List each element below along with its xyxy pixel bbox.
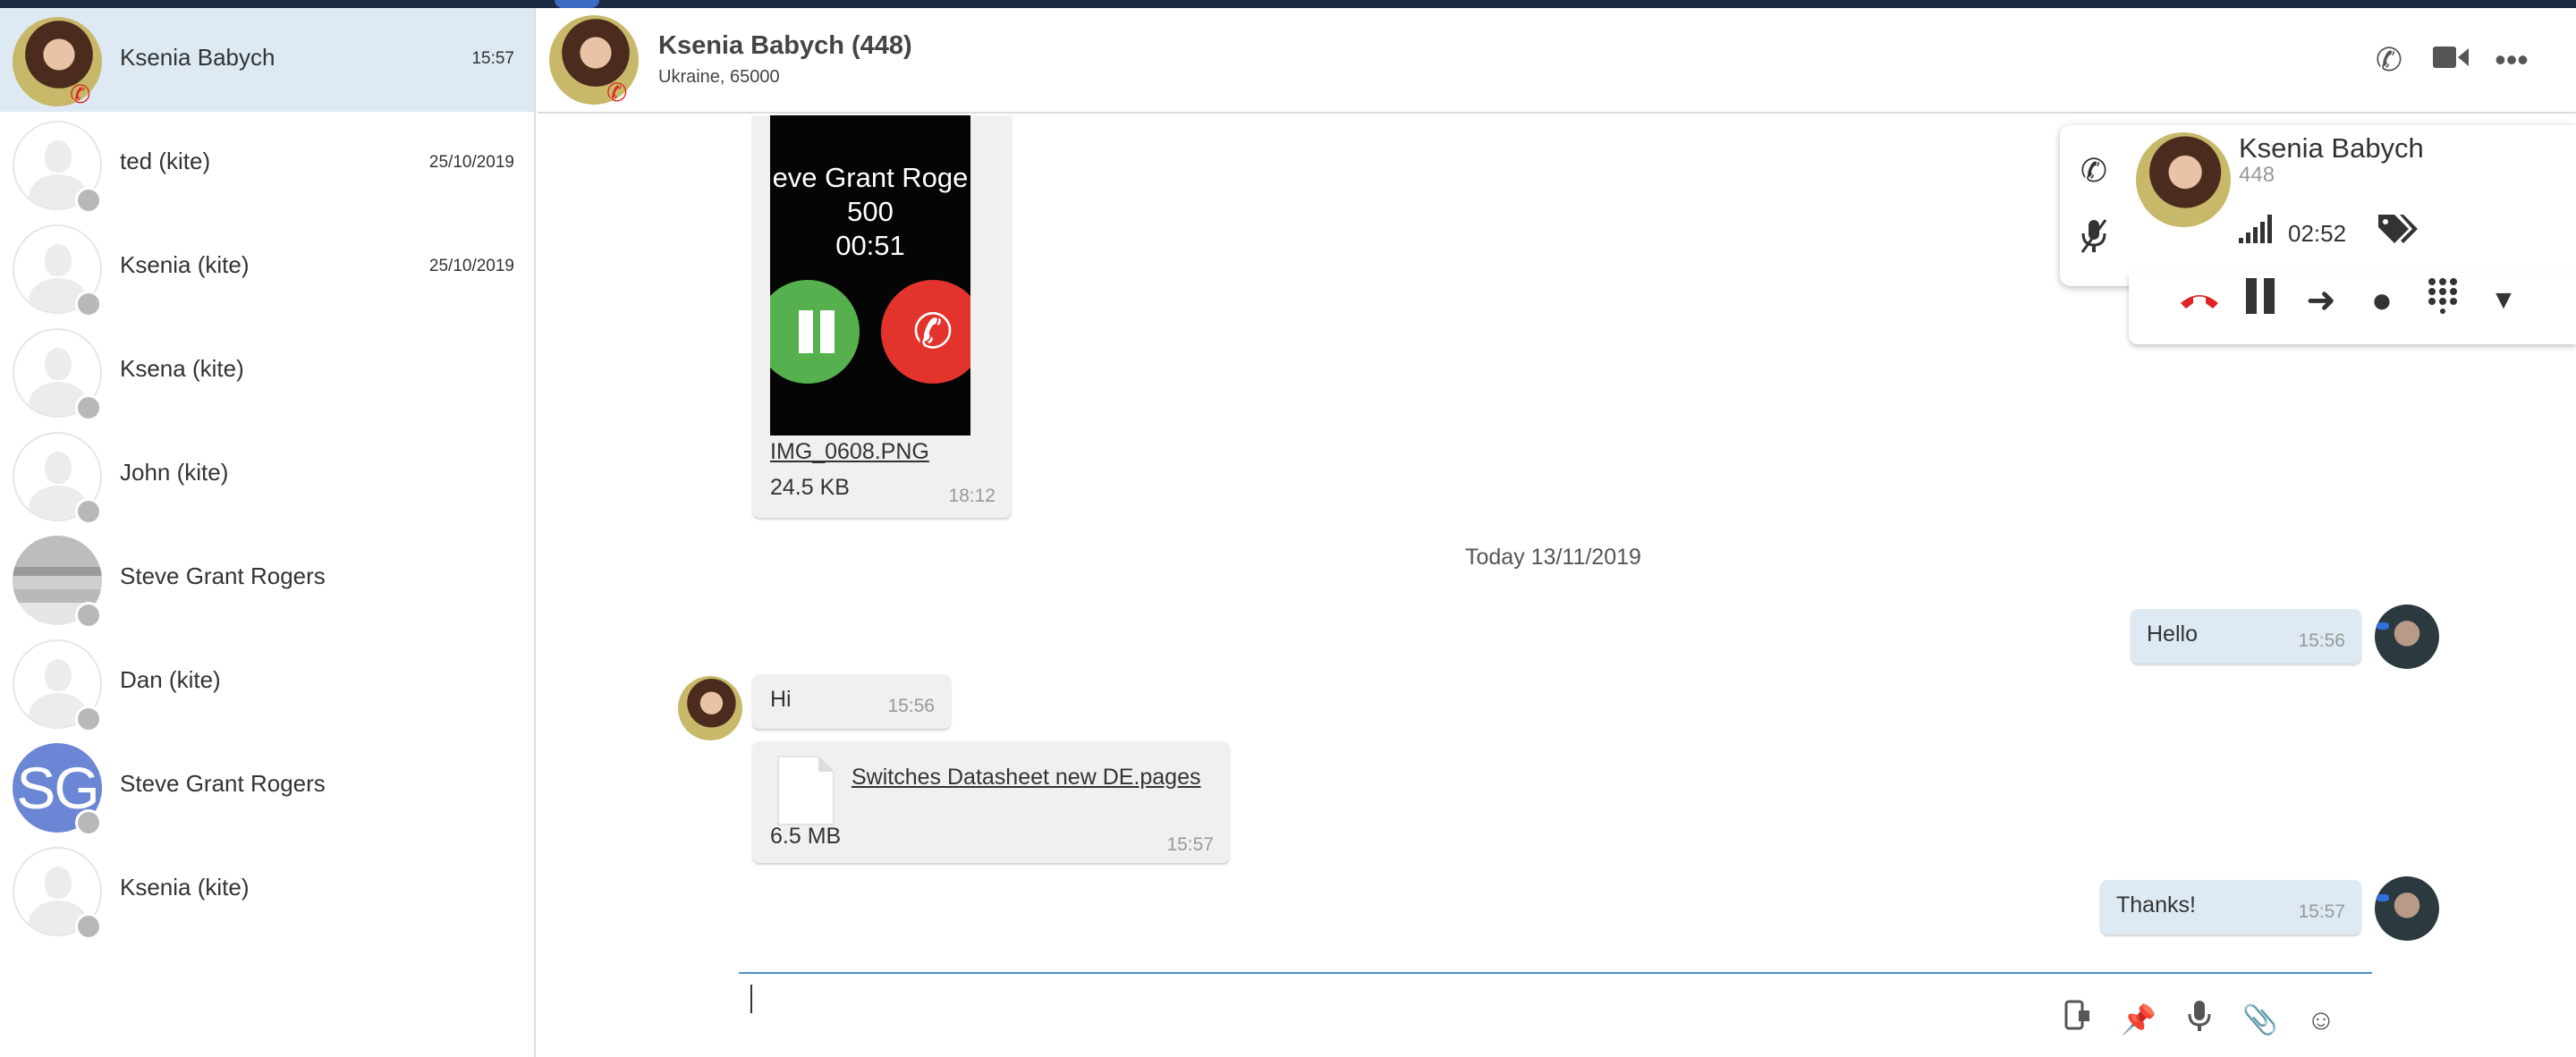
conversation-title: Ksenia Babych (448) <box>658 31 912 60</box>
preview-text: 00:51 <box>835 230 905 261</box>
contact-name: Steve Grant Rogers <box>120 770 326 797</box>
message-time: 15:56 <box>887 696 935 716</box>
contact-time: 25/10/2019 <box>428 153 514 172</box>
call-history-icon[interactable] <box>2058 1000 2097 1039</box>
active-call-icon: ✆ <box>606 79 628 106</box>
contact-item[interactable]: ✆ Ksenia Babych 15:57 <box>0 8 534 112</box>
message-time: 15:57 <box>2298 901 2345 922</box>
image-message: eve Grant Roge 500 00:51 ✆ IMG_0608.PNG … <box>752 115 1012 518</box>
record-icon[interactable]: ● <box>2360 278 2404 323</box>
emoji-icon[interactable]: ☺ <box>2301 1000 2341 1039</box>
pin-icon[interactable]: 📌 <box>2119 1000 2158 1039</box>
avatar <box>2375 605 2439 669</box>
attachment-icon[interactable]: 📎 <box>2241 1000 2280 1039</box>
phone-icon[interactable]: ✆ <box>2072 148 2116 193</box>
contact-name: ted (kite) <box>120 148 211 174</box>
date-separator: Today 13/11/2019 <box>1465 545 1641 570</box>
attachment-size: 6.5 MB <box>770 824 842 849</box>
status-indicator <box>75 394 102 421</box>
contact-item[interactable]: Ksenia (kite) 25/10/2019 <box>0 216 534 319</box>
avatar <box>678 676 742 740</box>
conversation-subtitle: Ukraine, 65000 <box>658 67 780 87</box>
status-indicator <box>75 706 102 732</box>
attachment-link[interactable]: IMG_0608.PNG <box>770 439 929 465</box>
active-call-icon: ✆ <box>70 80 91 108</box>
contact-item[interactable]: Ksena (kite) <box>0 319 534 423</box>
contact-item[interactable]: Steve Grant Rogers <box>0 527 534 630</box>
video-camera-icon[interactable] <box>2429 38 2472 81</box>
contact-list: ✆ Ksenia Babych 15:57 ted (kite) 25/10/2… <box>0 8 536 1057</box>
contact-name: Ksenia (kite) <box>120 251 250 278</box>
hangup-icon: ✆ <box>881 280 970 384</box>
status-indicator <box>75 913 102 940</box>
document-icon <box>777 756 835 825</box>
message-bubble: Hello 15:56 <box>2131 609 2361 664</box>
preview-text: eve Grant Roge <box>772 162 969 193</box>
contact-name: Ksenia Babych <box>120 44 275 71</box>
dropdown-icon[interactable]: ▼ <box>2481 278 2526 323</box>
attachment-link[interactable]: Switches Datasheet new DE.pages <box>852 765 1201 791</box>
dialpad-icon[interactable] <box>2420 278 2465 323</box>
status-indicator <box>75 809 102 836</box>
phone-icon[interactable]: ✆ <box>2368 38 2411 81</box>
preview-text: 500 <box>847 196 894 227</box>
contact-item[interactable]: Dan (kite) <box>0 630 534 734</box>
signal-strength-icon <box>2239 215 2275 243</box>
message-bubble: Thanks! 15:57 <box>2100 880 2361 934</box>
top-bar-indicator <box>555 0 599 8</box>
file-message: Switches Datasheet new DE.pages 6.5 MB 1… <box>752 741 1230 863</box>
caller-number: 448 <box>2239 163 2275 187</box>
text-cursor <box>750 985 752 1013</box>
message-time: 15:57 <box>1166 834 1214 855</box>
contact-name: Ksena (kite) <box>120 355 244 382</box>
message-bubble: Hi 15:56 <box>752 674 951 729</box>
contact-name: John (kite) <box>120 459 229 486</box>
microphone-icon[interactable] <box>2180 1000 2219 1039</box>
avatar <box>2375 876 2439 941</box>
contact-item[interactable]: Ksenia (kite) <box>0 838 534 942</box>
contact-item[interactable]: ted (kite) 25/10/2019 <box>0 112 534 216</box>
message-text: Hi <box>770 687 792 712</box>
pause-icon[interactable] <box>2238 278 2283 323</box>
image-preview[interactable]: eve Grant Roge 500 00:51 ✆ <box>770 115 970 435</box>
status-indicator <box>75 187 102 214</box>
mute-microphone-icon[interactable] <box>2072 218 2116 263</box>
top-bar <box>0 0 2576 8</box>
contact-item[interactable]: John (kite) <box>0 423 534 527</box>
message-input[interactable] <box>739 972 2372 974</box>
tag-icon[interactable] <box>2376 211 2420 256</box>
contact-name: Steve Grant Rogers <box>120 562 326 589</box>
transfer-icon[interactable]: ➜ <box>2299 278 2343 323</box>
avatar <box>2136 132 2231 227</box>
contact-time: 15:57 <box>471 49 514 68</box>
caller-name: Ksenia Babych <box>2239 132 2424 164</box>
attachment-size: 24.5 KB <box>770 475 850 500</box>
hangup-icon[interactable] <box>2177 278 2222 323</box>
message-text: Thanks! <box>2116 892 2196 917</box>
conversation-header: ✆ Ksenia Babych (448) Ukraine, 65000 ✆ •… <box>538 8 2576 114</box>
status-indicator <box>75 291 102 317</box>
status-indicator <box>75 602 102 629</box>
contact-name: Ksenia (kite) <box>120 874 250 901</box>
contact-item[interactable]: SG Steve Grant Rogers <box>0 734 534 838</box>
message-time: 18:12 <box>948 486 996 506</box>
pause-icon <box>770 280 860 384</box>
message-text: Hello <box>2147 622 2198 647</box>
message-time: 15:56 <box>2298 630 2345 651</box>
call-timer: 02:52 <box>2288 220 2347 247</box>
contact-name: Dan (kite) <box>120 666 221 693</box>
contact-time: 25/10/2019 <box>428 257 514 275</box>
more-icon[interactable]: ••• <box>2490 38 2533 81</box>
status-indicator <box>75 498 102 525</box>
